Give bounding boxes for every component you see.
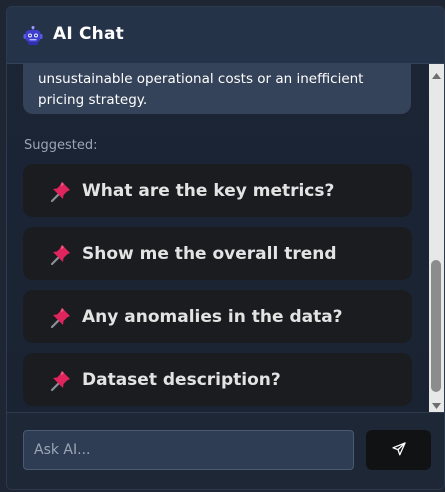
chat-header: AI Chat	[7, 7, 444, 64]
robot-logo-icon	[23, 26, 43, 46]
ask-ai-input[interactable]	[23, 430, 354, 470]
scroll-up-icon[interactable]	[431, 67, 442, 79]
pushpin-icon	[49, 179, 73, 203]
pushpin-icon	[49, 368, 73, 392]
chat-title: AI Chat	[53, 24, 124, 44]
message-list[interactable]: unsustainable operational costs or an in…	[7, 64, 429, 412]
suggestion-key-metrics[interactable]: What are the key metrics?	[23, 164, 412, 217]
chat-panel: AI Chat unsustainable operational costs …	[6, 6, 445, 490]
suggestion-overall-trend[interactable]: Show me the overall trend	[23, 227, 412, 280]
pushpin-icon	[49, 242, 73, 266]
send-button[interactable]	[366, 430, 431, 470]
assistant-message: unsustainable operational costs or an in…	[23, 64, 411, 114]
suggestion-label: Show me the overall trend	[82, 243, 337, 264]
assistant-message-text: unsustainable operational costs or an in…	[38, 71, 364, 108]
suggestion-anomalies[interactable]: Any anomalies in the data?	[23, 290, 412, 343]
send-icon	[391, 441, 406, 459]
suggestion-label: What are the key metrics?	[82, 180, 335, 201]
scrollbar-thumb[interactable]	[431, 260, 441, 392]
scroll-down-icon[interactable]	[431, 397, 442, 409]
suggestion-label: Dataset description?	[82, 369, 281, 390]
message-scrollbar[interactable]	[429, 64, 444, 412]
suggestion-dataset-description[interactable]: Dataset description?	[23, 353, 412, 406]
suggested-label: Suggested:	[24, 138, 98, 153]
suggestion-label: Any anomalies in the data?	[82, 306, 343, 327]
pushpin-icon	[49, 305, 73, 329]
composer	[7, 412, 444, 489]
